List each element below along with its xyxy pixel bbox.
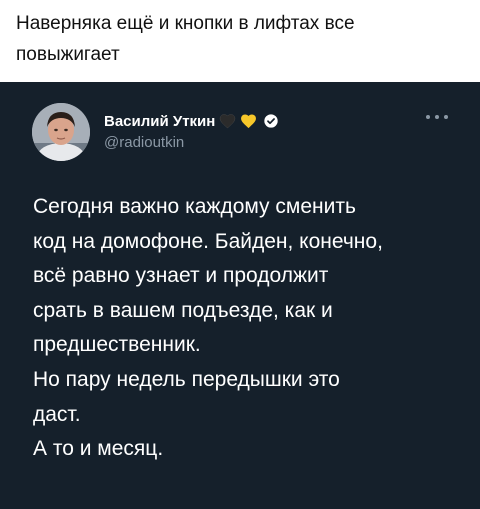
tweet-text: Сегодня важно каждому сменить код на дом…: [33, 190, 463, 467]
tweet-line: Но пару недель передышки это: [33, 367, 340, 391]
caption-line: Наверняка ещё и кнопки в лифтах все: [16, 13, 355, 34]
tweet-line: срать в вашем подъезде, как и: [33, 298, 333, 322]
more-options-icon[interactable]: [426, 110, 448, 124]
caption-line: повыжигает: [16, 44, 120, 65]
post-caption: Наверняка ещё и кнопки в лифтах все повы…: [16, 8, 466, 70]
tweet-line: А то и месяц.: [33, 437, 164, 461]
black-heart-icon: [220, 114, 236, 129]
author-row: Василий Уткин: [104, 110, 279, 132]
avatar[interactable]: [32, 103, 90, 161]
tweet-line: предшественник.: [33, 333, 201, 357]
tweet-line: код на домофоне. Байден, конечно,: [33, 229, 383, 253]
tweet-line: даст.: [33, 402, 81, 426]
verified-badge-icon: [264, 114, 279, 128]
tweet-line: Сегодня важно каждому сменить: [33, 195, 356, 218]
yellow-heart-icon: [241, 114, 257, 129]
tweet-card[interactable]: Василий Уткин @radioutkin Сегодня важно …: [0, 82, 480, 509]
author-name[interactable]: Василий Уткин: [104, 113, 215, 130]
tweet-line: всё равно узнает и продолжит: [33, 264, 329, 288]
author-handle[interactable]: @radioutkin: [104, 134, 184, 151]
